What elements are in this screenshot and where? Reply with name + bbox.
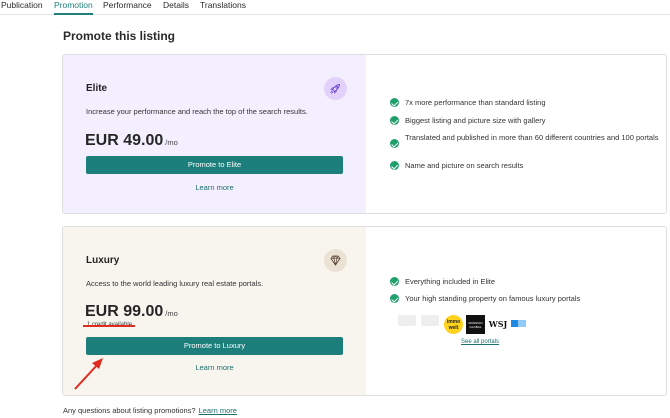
luxury-price-period: /mo [165,309,178,318]
portal-logo-blue [511,319,527,328]
mansion-global-logo: MANSION GLOBAL [466,315,485,334]
feature-item: Your high standing property on famous lu… [390,294,580,304]
tab-publication[interactable]: Publication [1,0,43,11]
luxury-plan-name: Luxury [86,255,120,266]
tab-details[interactable]: Details [163,0,189,11]
elite-learn-more-link[interactable]: Learn more [86,183,343,192]
red-arrow-annotation [74,358,103,390]
elite-price-period: /mo [165,138,178,147]
footer-learn-more-link[interactable]: Learn more [199,406,237,415]
promote-to-elite-button[interactable]: Promote to Elite [86,156,343,174]
check-icon [390,294,399,303]
footer-question: Any questions about listing promotions? L… [63,406,237,415]
elite-description: Increase your performance and reach the … [86,107,308,116]
luxury-description: Access to the world leading luxury real … [86,279,264,288]
elite-offer-panel: Elite Increase your performance and reac… [63,55,366,213]
wsj-logo: WSJ [488,319,508,329]
check-icon [390,161,399,170]
tab-translations[interactable]: Translations [200,0,246,11]
footer-question-text: Any questions about listing promotions? [63,406,196,415]
diamond-icon [324,249,347,272]
luxury-card: Luxury Access to the world leading luxur… [62,226,667,396]
check-icon [390,139,399,148]
portal-logo-placeholder [398,315,416,326]
see-all-portals-link[interactable]: See all portals [461,339,499,345]
feature-item: 7x more performance than standard listin… [390,98,546,108]
feature-item: Biggest listing and picture size with ga… [390,116,546,126]
check-icon [390,98,399,107]
feature-item: Translated and published in more than 60… [390,133,660,148]
feature-item: Everything included in Elite [390,277,495,287]
luxury-learn-more-link[interactable]: Learn more [86,363,343,372]
page-title: Promote this listing [63,29,176,43]
tab-promotion[interactable]: Promotion [54,0,93,15]
check-icon [390,277,399,286]
check-icon [390,116,399,125]
red-underline-annotation [83,325,135,327]
elite-features-panel: 7x more performance than standard listin… [366,55,666,213]
portal-logo-placeholder [421,315,439,326]
elite-price: EUR 49.00/mo [85,132,178,150]
luxury-price: EUR 99.00/mo [85,303,178,321]
tab-bar: Publication Promotion Performance Detail… [0,0,670,15]
luxury-price-amount: EUR 99.00 [85,303,164,320]
tab-performance[interactable]: Performance [103,0,152,11]
elite-card: Elite Increase your performance and reac… [62,54,667,214]
feature-item: Name and picture on search results [390,161,523,171]
promote-to-luxury-button[interactable]: Promote to Luxury [86,337,343,355]
immowelt-logo: immo welt [444,315,463,334]
rocket-icon [324,77,347,100]
elite-plan-name: Elite [86,83,108,94]
elite-price-amount: EUR 49.00 [85,132,164,149]
luxury-features-panel: Everything included in Elite Your high s… [366,227,666,395]
